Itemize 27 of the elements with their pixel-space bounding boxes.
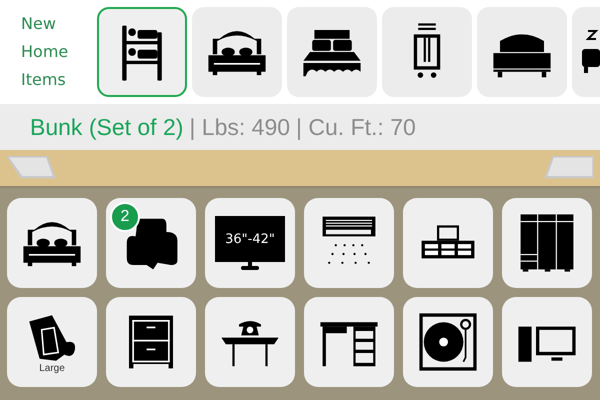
item-tile[interactable] — [502, 198, 592, 288]
item-tile[interactable] — [477, 7, 567, 97]
item-tile[interactable] — [304, 198, 394, 288]
item-tile[interactable] — [502, 297, 592, 387]
item-tile[interactable] — [382, 7, 472, 97]
item-tile[interactable]: 2 — [106, 198, 196, 288]
tv-screen-label: 36"-42" — [215, 216, 285, 262]
item-tile[interactable] — [287, 7, 377, 97]
item-tile[interactable] — [192, 7, 282, 97]
item-tile[interactable]: Large — [7, 297, 97, 387]
item-tile[interactable] — [7, 198, 97, 288]
item-tile[interactable] — [205, 297, 295, 387]
size-label: Large — [39, 362, 65, 374]
section-label: Items — [21, 69, 67, 91]
item-volume: | Cu. Ft.: 70 — [296, 114, 416, 140]
item-tile[interactable] — [403, 297, 493, 387]
item-tile[interactable] — [304, 297, 394, 387]
item-tile[interactable]: 36"-42" — [205, 198, 295, 288]
item-tile[interactable] — [403, 198, 493, 288]
item-weight: | Lbs: 490 — [189, 114, 290, 140]
bed-icon — [580, 29, 600, 75]
count-badge: 2 — [110, 202, 140, 232]
section-label: Home — [21, 41, 70, 63]
section-label: New — [21, 13, 57, 35]
item-name: Bunk (Set of 2) — [30, 114, 184, 140]
item-tile[interactable] — [97, 7, 187, 97]
item-tile[interactable] — [106, 297, 196, 387]
